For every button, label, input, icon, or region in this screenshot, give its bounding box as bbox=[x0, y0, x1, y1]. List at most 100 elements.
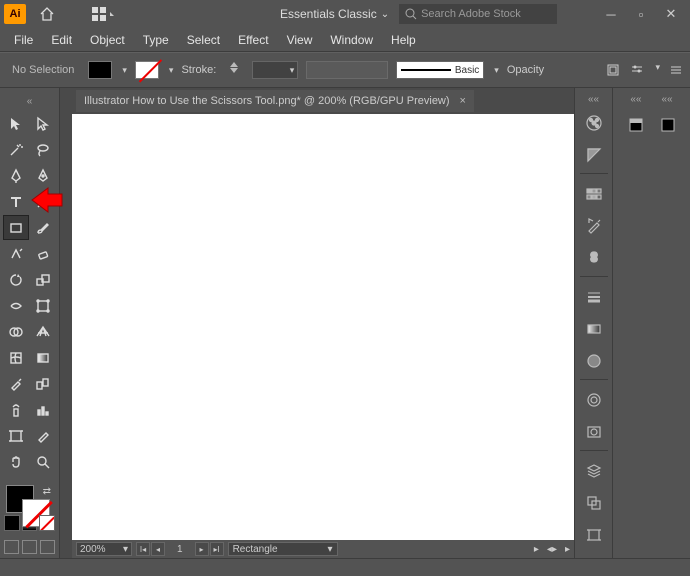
brushes-panel-icon[interactable] bbox=[581, 211, 607, 241]
stroke-dropdown[interactable]: ▾ bbox=[169, 65, 174, 76]
pen-tool[interactable] bbox=[4, 164, 28, 187]
stroke-panel-icon[interactable] bbox=[581, 282, 607, 312]
menu-edit[interactable]: Edit bbox=[43, 29, 80, 51]
swap-fill-stroke-icon[interactable]: ⇄ bbox=[43, 486, 51, 497]
zoom-level-input[interactable]: 200%▾ bbox=[76, 542, 132, 556]
fill-swatch[interactable] bbox=[88, 61, 112, 79]
fill-stroke-block[interactable]: ⇄ bbox=[4, 485, 55, 495]
artboard-tool-dropdown[interactable]: Rectangle▾ bbox=[228, 542, 338, 556]
next-artboard-button[interactable]: ▸ bbox=[195, 542, 209, 556]
menu-view[interactable]: View bbox=[279, 29, 321, 51]
rectangle-tool[interactable] bbox=[4, 216, 28, 239]
brush-definition[interactable]: Basic bbox=[396, 61, 484, 79]
stroke-weight-stepper[interactable] bbox=[224, 62, 244, 78]
mesh-tool[interactable] bbox=[4, 346, 28, 369]
magic-wand-tool[interactable] bbox=[4, 138, 28, 161]
blend-tool[interactable] bbox=[31, 372, 55, 395]
align-menu-icon[interactable] bbox=[668, 62, 684, 78]
close-button[interactable]: ✕ bbox=[662, 5, 680, 23]
paintbrush-tool[interactable] bbox=[31, 216, 55, 239]
scroll-state-icon[interactable]: ◂▸ bbox=[547, 544, 557, 555]
brush-dropdown[interactable]: ▾ bbox=[494, 65, 499, 76]
rotate-tool[interactable] bbox=[4, 268, 28, 291]
artboards-panel-icon[interactable] bbox=[581, 520, 607, 550]
menu-select[interactable]: Select bbox=[179, 29, 228, 51]
free-transform-tool[interactable] bbox=[31, 294, 55, 317]
expand-right2-icon[interactable]: «« bbox=[630, 94, 641, 106]
curvature-tool[interactable] bbox=[31, 164, 55, 187]
color-panel-icon[interactable] bbox=[581, 108, 607, 138]
color-guide-panel-icon[interactable] bbox=[581, 140, 607, 170]
scroll-right-button[interactable]: ▸ bbox=[565, 544, 570, 555]
stroke-weight-dropdown[interactable]: ▾ bbox=[252, 61, 298, 79]
symbols-panel-icon[interactable] bbox=[581, 243, 607, 273]
expand-right-icon[interactable]: «« bbox=[588, 94, 599, 106]
menu-file[interactable]: File bbox=[6, 29, 41, 51]
gradient-tool[interactable] bbox=[31, 346, 55, 369]
lasso-tool[interactable] bbox=[31, 138, 55, 161]
document-status-bar: 200%▾ I◂ ◂ 1 ▸ ▸I Rectangle▾ ▸ ◂▸ ▸ bbox=[72, 540, 574, 558]
shape-builder-tool[interactable] bbox=[4, 320, 28, 343]
search-stock-input[interactable]: Search Adobe Stock bbox=[399, 4, 557, 24]
appearance-panel-icon[interactable] bbox=[581, 385, 607, 415]
prev-artboard-button[interactable]: ◂ bbox=[151, 542, 165, 556]
arrange-documents-button[interactable] bbox=[86, 4, 120, 24]
menu-object[interactable]: Object bbox=[82, 29, 133, 51]
workspace-switcher[interactable]: Essentials Classic ⌄ bbox=[280, 7, 389, 21]
perspective-grid-tool[interactable] bbox=[31, 320, 55, 343]
menu-window[interactable]: Window bbox=[322, 29, 381, 51]
menu-help[interactable]: Help bbox=[383, 29, 424, 51]
none-mode-button[interactable] bbox=[39, 515, 55, 531]
last-artboard-button[interactable]: ▸I bbox=[210, 542, 224, 556]
app-status-bar bbox=[0, 558, 690, 576]
stroke-swatch[interactable] bbox=[135, 61, 159, 79]
properties-panel-icon[interactable] bbox=[657, 114, 679, 136]
minimize-button[interactable]: ─ bbox=[602, 5, 620, 23]
swatches-panel-icon[interactable] bbox=[581, 179, 607, 209]
layers-panel-icon[interactable] bbox=[581, 456, 607, 486]
artboard-number[interactable]: 1 bbox=[169, 544, 191, 555]
collapse-left-icon[interactable]: « bbox=[27, 96, 33, 104]
color-mode-button[interactable] bbox=[4, 515, 20, 531]
expand-right3-icon[interactable]: «« bbox=[662, 94, 673, 106]
slice-tool[interactable] bbox=[31, 424, 55, 447]
symbol-sprayer-tool[interactable] bbox=[4, 398, 28, 421]
draw-behind-icon[interactable] bbox=[22, 540, 37, 554]
asset-export-panel-icon[interactable] bbox=[581, 488, 607, 518]
prefs-dropdown[interactable]: ▾ bbox=[655, 62, 660, 78]
menubar: File Edit Object Type Select Effect View… bbox=[0, 28, 690, 52]
eyedropper-tool[interactable] bbox=[4, 372, 28, 395]
fill-dropdown[interactable]: ▾ bbox=[122, 65, 127, 76]
eraser-tool[interactable] bbox=[31, 242, 55, 265]
gradient-panel-icon[interactable] bbox=[581, 314, 607, 344]
scroll-left-button[interactable]: ▸ bbox=[534, 544, 539, 555]
scale-tool[interactable] bbox=[31, 268, 55, 291]
selection-tool[interactable] bbox=[4, 112, 28, 135]
draw-normal-icon[interactable] bbox=[4, 540, 19, 554]
menu-type[interactable]: Type bbox=[135, 29, 177, 51]
draw-inside-icon[interactable] bbox=[40, 540, 55, 554]
graphic-styles-panel-icon[interactable] bbox=[581, 417, 607, 447]
type-tool[interactable] bbox=[4, 190, 28, 213]
first-artboard-button[interactable]: I◂ bbox=[136, 542, 150, 556]
direct-selection-tool[interactable] bbox=[31, 112, 55, 135]
artboard-tool[interactable] bbox=[4, 424, 28, 447]
variable-width-profile[interactable] bbox=[306, 61, 388, 79]
opacity-label[interactable]: Opacity bbox=[507, 64, 544, 76]
zoom-tool[interactable] bbox=[31, 450, 55, 473]
column-graph-tool[interactable] bbox=[31, 398, 55, 421]
document-setup-icon[interactable] bbox=[605, 62, 621, 78]
restore-button[interactable]: ▫ bbox=[632, 5, 650, 23]
width-tool[interactable] bbox=[4, 294, 28, 317]
home-icon[interactable] bbox=[36, 3, 58, 25]
preferences-icon[interactable] bbox=[629, 62, 645, 78]
transparency-panel-icon[interactable] bbox=[581, 346, 607, 376]
close-tab-icon[interactable]: × bbox=[460, 95, 466, 107]
hand-tool[interactable] bbox=[4, 450, 28, 473]
shaper-tool[interactable] bbox=[4, 242, 28, 265]
canvas[interactable] bbox=[72, 114, 574, 540]
document-tab[interactable]: Illustrator How to Use the Scissors Tool… bbox=[76, 90, 474, 112]
line-segment-tool[interactable] bbox=[31, 190, 55, 213]
libraries-panel-icon[interactable] bbox=[625, 114, 647, 136]
menu-effect[interactable]: Effect bbox=[230, 29, 276, 51]
